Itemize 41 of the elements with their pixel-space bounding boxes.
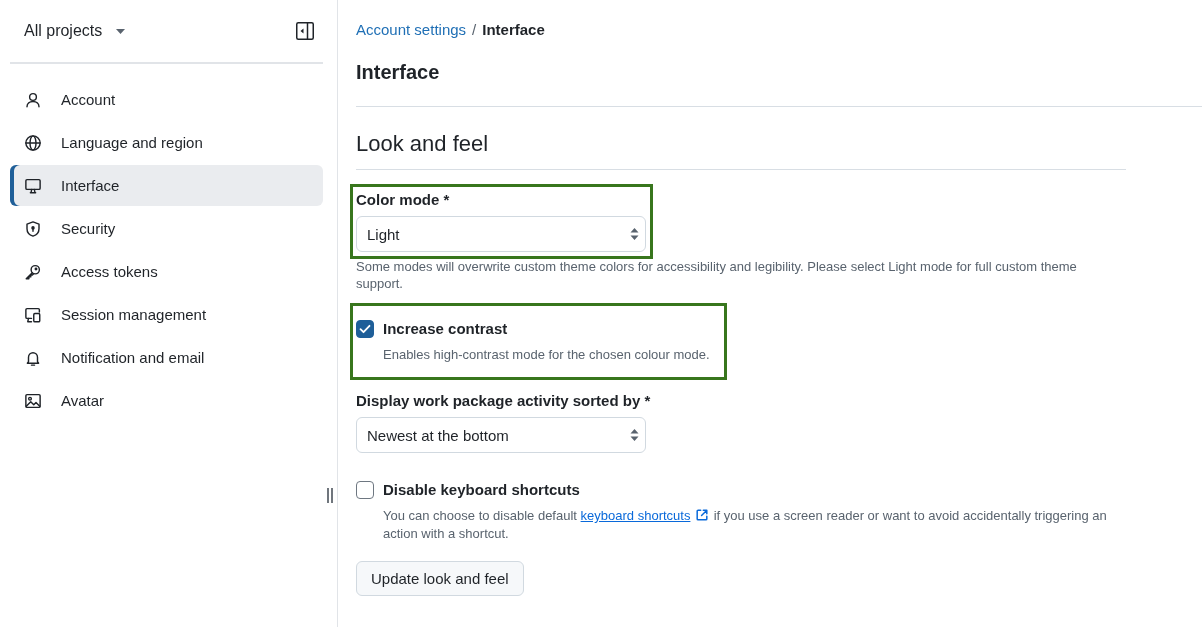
sidebar-item[interactable]: Avatar — [10, 380, 323, 421]
collapse-sidebar-button[interactable] — [296, 22, 314, 40]
dropdown-field[interactable]: Newest at the bottom — [356, 417, 646, 453]
key-icon — [24, 262, 42, 281]
monitor-icon — [24, 176, 42, 195]
shield-icon — [24, 219, 42, 238]
field-label: Display work package activity sorted by * — [356, 391, 651, 411]
sidebar-item[interactable]: Language and region — [10, 122, 323, 163]
sidebar-panel-icon — [296, 22, 314, 40]
breadcrumb-current: Interface — [482, 20, 545, 40]
sidebar-item[interactable]: Notification and email — [10, 337, 323, 378]
checkbox[interactable] — [356, 320, 374, 338]
globe-icon — [24, 133, 42, 152]
project-selector[interactable]: All projects — [24, 22, 126, 40]
help-link[interactable]: keyboard shortcuts — [580, 508, 691, 523]
checkbox[interactable] — [356, 481, 374, 499]
image-icon — [24, 391, 42, 410]
select-arrows-icon — [630, 428, 639, 442]
field-description: You can choose to disable default keyboard shortcuts if you use a screen reader or want to avoid accidentally triggering an action with a shortcut. — [383, 507, 1108, 543]
caret-icon — [116, 28, 126, 34]
help-text: Some modes will overwrite custom theme colors for accessibility and legibility. Please select Light mode for full custom theme support. — [356, 258, 1078, 292]
person-icon — [24, 90, 42, 109]
sidebar-item[interactable]: Access tokens — [10, 251, 323, 292]
submit-button[interactable]: Update look and feel — [356, 561, 524, 596]
breadcrumb-link[interactable]: Account settings — [356, 20, 467, 40]
select-arrows-icon — [630, 227, 639, 241]
external-link-icon — [695, 508, 710, 522]
sidebar-item[interactable]: Account — [10, 79, 323, 120]
checkbox-label: Disable keyboard shortcuts — [383, 480, 580, 500]
sidebar-item[interactable]: Security — [10, 208, 323, 249]
dropdown-field[interactable]: Light — [356, 216, 646, 252]
breadcrumb-separator: / — [472, 20, 477, 40]
resize-handle[interactable] — [327, 488, 333, 503]
sidebar-item[interactable]: Interface — [10, 165, 323, 206]
section-title: Look and feel — [356, 129, 1126, 170]
devices-icon — [24, 305, 42, 324]
field-label: Color mode * — [356, 190, 451, 210]
checkbox-label: Increase contrast — [383, 319, 508, 339]
field-description: Enables high-contrast mode for the chosen colour mode. — [383, 346, 710, 364]
page-title: Interface — [356, 60, 441, 85]
sidebar-item[interactable]: Session management — [10, 294, 323, 335]
